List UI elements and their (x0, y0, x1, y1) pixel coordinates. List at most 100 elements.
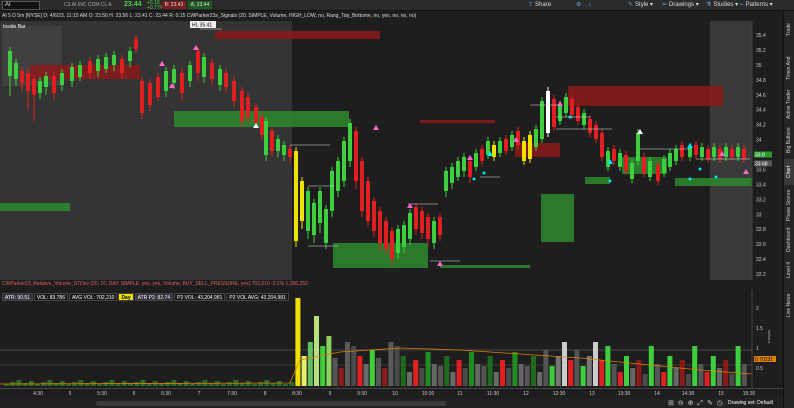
price-tick-label: 32.6 (756, 242, 766, 248)
zoom-controls[interactable]: ⊞ ⊖ ⊕ ⤢ ✎ ◷ (668, 399, 724, 408)
candle-body (164, 71, 168, 91)
volume-badge: 0.70231 (755, 357, 773, 363)
price-tick-label: 34 (756, 138, 762, 144)
candle-body (330, 171, 334, 211)
candle-body (456, 161, 460, 177)
volume-bar (47, 380, 53, 386)
volume-bar (314, 316, 319, 386)
candle-body (656, 165, 660, 181)
bottom-bar: ⊞ ⊖ ⊕ ⤢ ✎ ◷ Drawing set: Default (0, 398, 783, 408)
symbol-input[interactable]: AI (2, 1, 40, 10)
sidebar-tab-active-trader[interactable]: Active Trader (784, 87, 794, 121)
volume-bar (518, 364, 524, 386)
price-tick-label: 35.4 (756, 33, 766, 39)
time-tick-label: 5 (68, 391, 72, 397)
volume-bar (413, 360, 419, 386)
studies-button[interactable]: ⚗ Studies ▾ (706, 1, 738, 10)
volume-bar (345, 342, 350, 386)
sidebar-tab-dashboard[interactable]: Dashboard (784, 225, 794, 255)
volume-stats: ATR: 90.51 VOL: 83.786 AVG VOL: 702,210 Day… (2, 293, 289, 301)
candle-body (88, 61, 92, 73)
candle-body (546, 91, 550, 133)
sidebar-tab-phase-scores[interactable]: Phase Scores (784, 187, 794, 223)
candle-body (210, 63, 214, 79)
volume-bar (741, 364, 747, 386)
volume-bar (506, 368, 512, 386)
price-tick-label: 35 (756, 63, 762, 69)
volume-bar (407, 372, 412, 386)
candle-body (96, 59, 100, 71)
sidebar-tab-big-buttons[interactable]: Big Buttons (784, 123, 794, 157)
volume-bar (326, 336, 332, 386)
volume-bar (605, 346, 611, 386)
candle-body (294, 151, 298, 241)
patterns-button[interactable]: ⌁ Patterns ▾ (740, 1, 773, 10)
candle-body (504, 139, 508, 151)
bid-box[interactable]: B: 23.43 (162, 1, 186, 9)
gear-icon[interactable]: ⚙ (576, 1, 581, 10)
candle-body (224, 73, 228, 87)
candle-body (188, 65, 192, 81)
candle-body (492, 145, 496, 157)
candle-body (180, 73, 184, 93)
candle-body (712, 147, 716, 157)
share-button[interactable]: ⇪ Share (528, 1, 551, 10)
last-price: 23.44 (124, 1, 142, 8)
volume-bar (78, 380, 84, 386)
signal-zone (585, 177, 610, 184)
volume-bar (425, 352, 431, 386)
candle-body (196, 51, 200, 73)
volume-bar (258, 382, 264, 386)
ask-box[interactable]: A: 23.44 (188, 1, 212, 9)
sidebar-tab-trade[interactable]: Trade (784, 13, 794, 47)
volume-tick-label: 0.5 (756, 366, 763, 372)
candle-body (8, 51, 12, 76)
candle-body (112, 55, 116, 65)
drawings-button[interactable]: ✏ Drawings ▾ (662, 1, 699, 10)
price-tick-label: 34.6 (756, 93, 766, 99)
candle-body (312, 203, 316, 235)
volume-tick-label: 1.5 (756, 326, 763, 332)
candle-body (402, 225, 406, 247)
signal-dot (568, 115, 572, 119)
signal-zone (541, 194, 574, 242)
time-tick-label: 14:30 (681, 391, 695, 397)
volume-chart[interactable]: 2 1.5 1 0.5 millions 0.70231 (0, 290, 783, 388)
share-icon: ⇪ (528, 2, 534, 8)
price-tick-label: 32.8 (756, 227, 766, 233)
volume-bar (593, 342, 598, 386)
horizontal-scrollbar[interactable] (96, 401, 446, 406)
bell-icon[interactable]: ♪ (588, 1, 591, 10)
candle-body (540, 101, 544, 139)
candle-body (240, 91, 244, 121)
volume-bar (66, 384, 71, 386)
inside-bar-label: Inside Bar (3, 24, 26, 30)
volume-bar (444, 356, 450, 386)
stat-chip: P2 VOL AVG: 43,204,981 (226, 293, 289, 301)
drawing-set-label[interactable]: Drawing set: Default (728, 399, 773, 407)
time-tick-label: 13 (589, 391, 595, 397)
right-sidebar: Trade Times And Sales Active Trader Big But… (783, 11, 794, 408)
volume-bar (704, 372, 710, 386)
candle-body (172, 69, 176, 83)
style-button[interactable]: ✎ Style ▾ (628, 1, 653, 10)
volume-bar (537, 372, 543, 386)
sidebar-tab-live-news[interactable]: Live News (784, 285, 794, 325)
candle-body (156, 77, 160, 97)
volume-bar (568, 360, 574, 386)
candle-body (32, 79, 36, 95)
volume-bar (16, 380, 22, 386)
sidebar-tab-level-ii[interactable]: Level II (784, 257, 794, 283)
volume-unit-label: millions (767, 330, 772, 343)
time-tick-label: 11 (457, 391, 463, 397)
sidebar-tab-chart[interactable]: Chart (784, 159, 794, 185)
volume-bar (165, 382, 171, 386)
price-chart[interactable]: HL 35.41 35.4 35.2 35 34.8 34.6 34.4 34.2 34 33.8… (0, 21, 783, 280)
crosshair-tooltip: HL 35.41 (192, 23, 212, 29)
volume-bar (475, 364, 481, 386)
volume-bar (196, 382, 202, 386)
candle-body (14, 63, 18, 79)
volume-bar (376, 358, 381, 386)
sidebar-tab-times-and-sales[interactable]: Times And Sales (784, 51, 794, 85)
volume-bar (450, 372, 456, 386)
